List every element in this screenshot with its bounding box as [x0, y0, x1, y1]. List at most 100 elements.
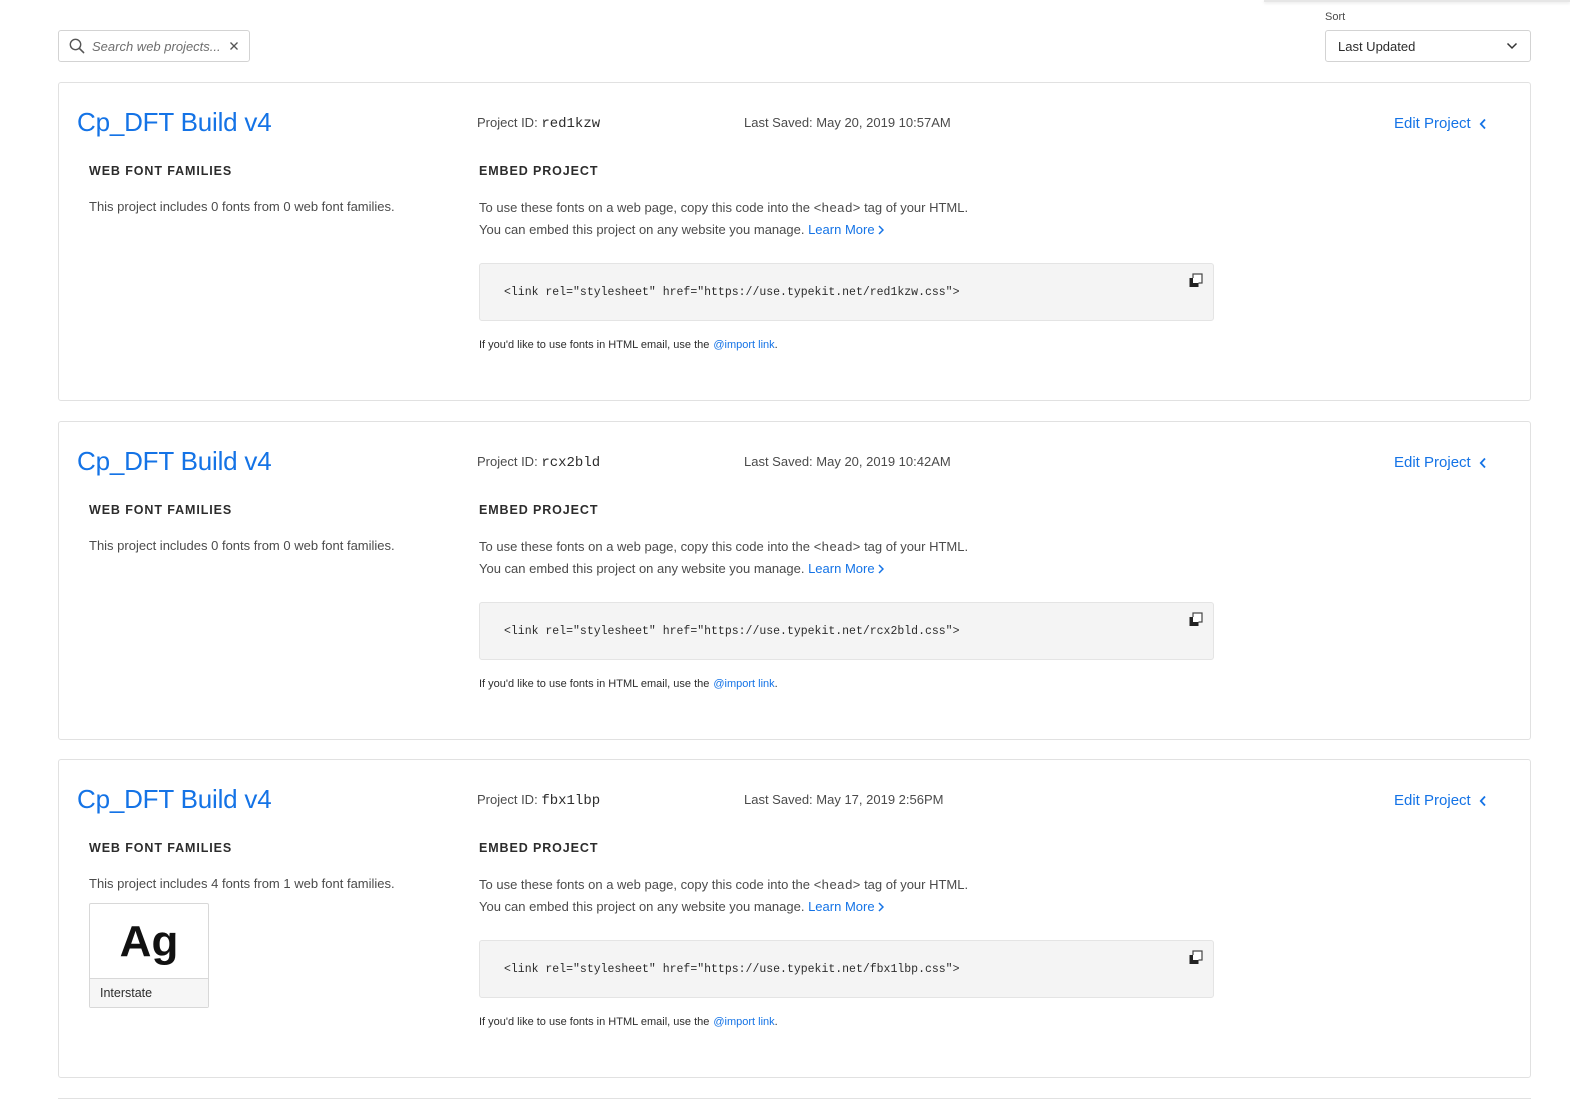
chevron-right-icon — [878, 563, 884, 574]
last-saved: Last Saved: May 20, 2019 10:42AM — [744, 454, 951, 469]
project-id: Project ID: fbx1lbp — [477, 792, 600, 809]
project-id-value: rcx2bld — [541, 455, 601, 471]
embed-text-line2: You can embed this project on any websit… — [479, 561, 805, 576]
fonts-description: This project includes 0 fonts from 0 web… — [89, 199, 395, 214]
import-period: . — [774, 339, 778, 351]
chevron-right-icon — [878, 901, 884, 912]
import-link[interactable]: @import link — [713, 678, 774, 690]
import-period: . — [774, 1016, 778, 1028]
embed-text-pre: To use these fonts on a web page, copy t… — [479, 877, 810, 892]
embed-code[interactable]: <link rel="stylesheet" href="https://use… — [504, 963, 959, 976]
embed-text-line2: You can embed this project on any websit… — [479, 222, 805, 237]
email-note-text: If you'd like to use fonts in HTML email… — [479, 339, 710, 351]
sort-dropdown[interactable]: Last Updated — [1325, 30, 1531, 62]
next-card-edge — [58, 1098, 1531, 1099]
embed-project-heading: EMBED PROJECT — [479, 503, 599, 517]
project-id-label: Project ID: — [477, 792, 538, 807]
last-saved-value: May 20, 2019 10:42AM — [816, 454, 951, 469]
embed-code-box[interactable]: <link rel="stylesheet" href="https://use… — [479, 940, 1214, 998]
last-saved-label: Last Saved: — [744, 792, 813, 807]
chevron-left-icon — [1479, 795, 1486, 806]
email-note: If you'd like to use fonts in HTML email… — [479, 339, 778, 351]
project-card: Cp_DFT Build v4 Project ID: fbx1lbp Last… — [58, 759, 1531, 1078]
learn-more-label: Learn More — [808, 561, 875, 576]
embed-code-box[interactable]: <link rel="stylesheet" href="https://use… — [479, 602, 1214, 660]
chevron-left-icon — [1479, 118, 1486, 129]
email-note: If you'd like to use fonts in HTML email… — [479, 678, 778, 690]
email-note-text: If you'd like to use fonts in HTML email… — [479, 678, 710, 690]
embed-code[interactable]: <link rel="stylesheet" href="https://use… — [504, 625, 959, 638]
project-id-value: fbx1lbp — [541, 793, 601, 809]
chevron-down-icon — [1506, 42, 1518, 50]
embed-text-post: tag of your HTML. — [864, 877, 969, 892]
fonts-description: This project includes 4 fonts from 1 web… — [89, 876, 395, 891]
head-tag-code: <head> — [813, 878, 861, 893]
project-id: Project ID: rcx2bld — [477, 454, 600, 471]
fonts-description: This project includes 0 fonts from 0 web… — [89, 538, 395, 553]
embed-text-post: tag of your HTML. — [864, 200, 969, 215]
learn-more-link[interactable]: Learn More — [808, 219, 884, 240]
embed-text-pre: To use these fonts on a web page, copy t… — [479, 200, 810, 215]
last-saved: Last Saved: May 20, 2019 10:57AM — [744, 115, 951, 130]
embed-project-heading: EMBED PROJECT — [479, 841, 599, 855]
project-card: Cp_DFT Build v4 Project ID: rcx2bld Last… — [58, 421, 1531, 740]
project-id-label: Project ID: — [477, 454, 538, 469]
last-saved: Last Saved: May 17, 2019 2:56PM — [744, 792, 943, 807]
close-icon[interactable] — [227, 39, 241, 53]
project-title[interactable]: Cp_DFT Build v4 — [77, 784, 272, 815]
edit-project-label: Edit Project — [1394, 454, 1471, 471]
font-sample: Ag — [119, 916, 179, 966]
last-saved-label: Last Saved: — [744, 454, 813, 469]
head-tag-code: <head> — [813, 540, 861, 555]
project-card: Cp_DFT Build v4 Project ID: red1kzw Last… — [58, 82, 1531, 401]
project-title[interactable]: Cp_DFT Build v4 — [77, 446, 272, 477]
edit-project-button[interactable]: Edit Project — [1394, 115, 1487, 132]
search-box[interactable] — [58, 30, 250, 62]
embed-text-pre: To use these fonts on a web page, copy t… — [479, 539, 810, 554]
import-period: . — [774, 678, 778, 690]
sort-label: Sort — [1325, 11, 1346, 23]
font-name: Interstate — [90, 978, 208, 1007]
last-saved-value: May 20, 2019 10:57AM — [816, 115, 951, 130]
embed-project-heading: EMBED PROJECT — [479, 164, 599, 178]
learn-more-label: Learn More — [808, 222, 875, 237]
project-title[interactable]: Cp_DFT Build v4 — [77, 107, 272, 138]
embed-text-line2: You can embed this project on any websit… — [479, 899, 805, 914]
last-saved-value: May 17, 2019 2:56PM — [816, 792, 944, 807]
edit-project-label: Edit Project — [1394, 792, 1471, 809]
embed-code[interactable]: <link rel="stylesheet" href="https://use… — [504, 286, 959, 299]
copy-icon[interactable] — [1187, 949, 1205, 967]
embed-description: To use these fonts on a web page, copy t… — [479, 536, 968, 579]
project-id: Project ID: red1kzw — [477, 115, 600, 132]
edit-project-button[interactable]: Edit Project — [1394, 792, 1487, 809]
web-font-families-heading: WEB FONT FAMILIES — [89, 503, 233, 517]
project-id-value: red1kzw — [541, 116, 601, 132]
search-input[interactable] — [92, 38, 227, 54]
email-note: If you'd like to use fonts in HTML email… — [479, 1016, 778, 1028]
embed-description: To use these fonts on a web page, copy t… — [479, 197, 968, 240]
learn-more-link[interactable]: Learn More — [808, 896, 884, 917]
top-menu-edge — [1264, 0, 1570, 2]
chevron-left-icon — [1479, 457, 1486, 468]
embed-description: To use these fonts on a web page, copy t… — [479, 874, 968, 917]
chevron-right-icon — [878, 224, 884, 235]
project-id-label: Project ID: — [477, 115, 538, 130]
last-saved-label: Last Saved: — [744, 115, 813, 130]
copy-icon[interactable] — [1187, 611, 1205, 629]
sort-selected-value: Last Updated — [1338, 38, 1416, 54]
search-icon — [69, 38, 85, 54]
web-font-families-heading: WEB FONT FAMILIES — [89, 841, 233, 855]
copy-icon[interactable] — [1187, 272, 1205, 290]
learn-more-link[interactable]: Learn More — [808, 558, 884, 579]
embed-code-box[interactable]: <link rel="stylesheet" href="https://use… — [479, 263, 1214, 321]
head-tag-code: <head> — [813, 201, 861, 216]
import-link[interactable]: @import link — [713, 339, 774, 351]
import-link[interactable]: @import link — [713, 1016, 774, 1028]
embed-text-post: tag of your HTML. — [864, 539, 969, 554]
web-font-families-heading: WEB FONT FAMILIES — [89, 164, 233, 178]
font-family-tile[interactable]: Ag Interstate — [89, 903, 209, 1008]
edit-project-button[interactable]: Edit Project — [1394, 454, 1487, 471]
edit-project-label: Edit Project — [1394, 115, 1471, 132]
email-note-text: If you'd like to use fonts in HTML email… — [479, 1016, 710, 1028]
learn-more-label: Learn More — [808, 899, 875, 914]
